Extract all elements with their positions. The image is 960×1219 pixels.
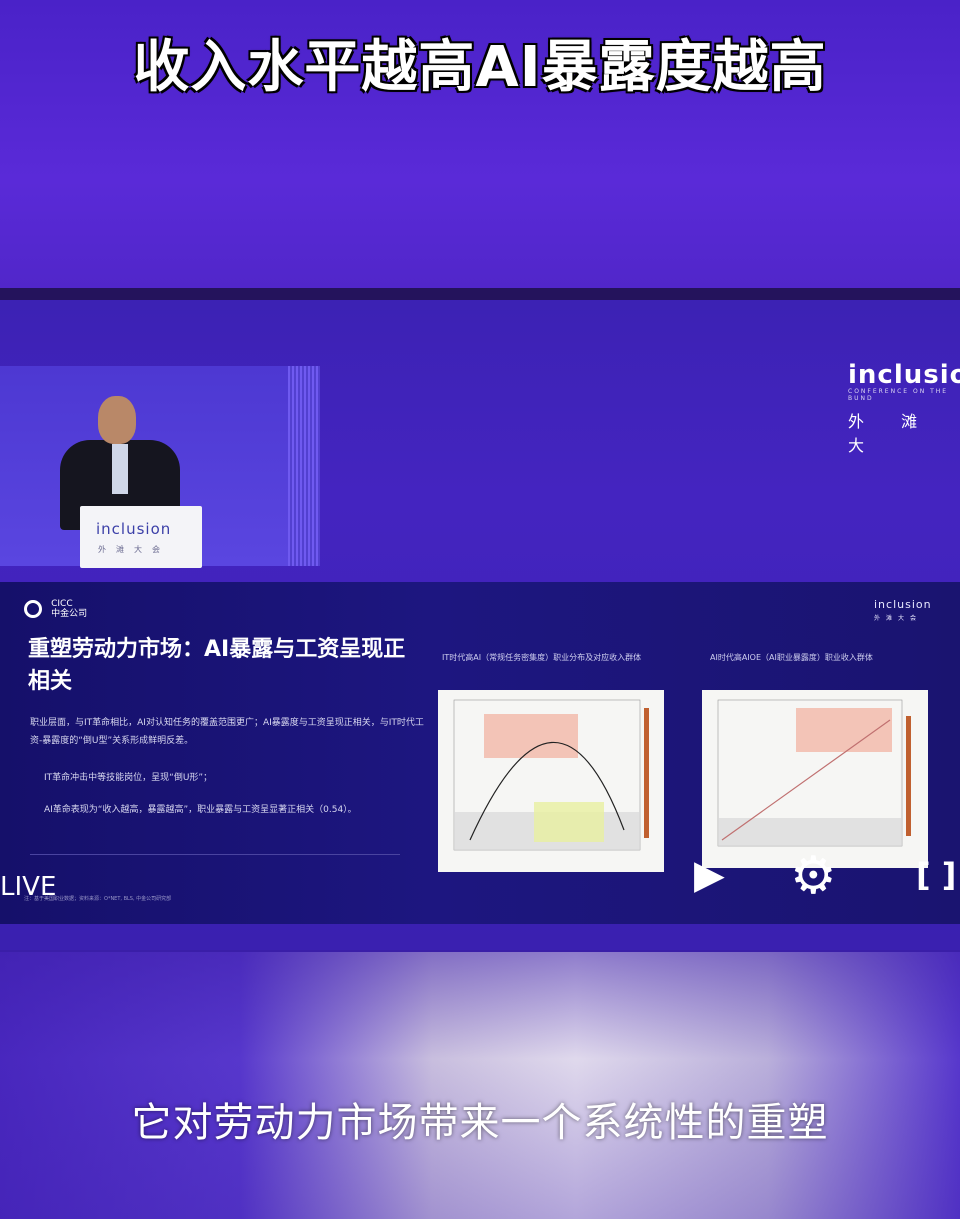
slide-brand-logo: inclusion — [874, 598, 932, 611]
speaker-shirt — [112, 444, 128, 494]
slide-bullet-main: 职业层面，与IT革命相比，AI对认知任务的覆盖范围更广；AI暴露度与工资呈现正相… — [30, 718, 424, 746]
cicc-mark-icon — [24, 599, 42, 618]
speaker-head — [98, 396, 136, 444]
play-icon: ▶ — [694, 852, 725, 898]
page-title: 收入水平越高AI暴露度越高 — [133, 35, 827, 100]
color-scale-bar — [906, 716, 911, 836]
cicc-logo: CICC 中金公司 — [24, 598, 87, 619]
slide-footnote: 注：基于美国职业数据；资料来源：O*NET, BLS, 中金公司研究部 — [24, 896, 172, 902]
chart-right-title: AI时代高AIOE（AI职业暴露度）职业收入群体 — [710, 653, 873, 662]
conference-brand: inclusion CONFERENCE ON THE BUND 外 滩 大 — [848, 360, 960, 456]
play-button[interactable]: ▶ — [694, 852, 725, 898]
chart-left-title: IT时代高AI（常规任务密集度）职业分布及对应收入群体 — [442, 653, 642, 662]
cicc-name: CICC — [51, 598, 73, 609]
brand-subtitle: CONFERENCE ON THE BUND — [848, 388, 949, 402]
slide-title: 重塑劳动力市场：AI暴露与工资呈现正相关 — [28, 637, 406, 694]
slide-divider — [30, 854, 400, 855]
settings-button[interactable]: ⚙ — [790, 846, 837, 906]
chart-left-plot — [453, 699, 649, 851]
stage-led-screen — [288, 366, 320, 566]
high-zone-highlight — [484, 714, 578, 758]
bottom-shade — [0, 952, 960, 1219]
high-zone-highlight — [796, 708, 892, 752]
gear-icon: ⚙ — [790, 846, 837, 906]
slide-brand: inclusion 外滩大会 — [874, 598, 932, 622]
fullscreen-icon: [ ] — [916, 856, 957, 894]
brand-chinese: 外 滩 大 — [848, 412, 934, 455]
chart-left — [438, 690, 664, 872]
color-scale-bar — [644, 708, 649, 838]
brand-logo: inclusion — [848, 360, 960, 390]
mid-zone-highlight — [534, 802, 604, 842]
slide-brand-chinese: 外滩大会 — [874, 615, 923, 622]
podium: inclusion 外滩大会 — [80, 506, 202, 568]
podium-chinese: 外滩大会 — [98, 545, 170, 554]
podium-logo: inclusion — [96, 520, 172, 538]
cicc-chinese: 中金公司 — [51, 608, 88, 619]
slide-bullet-sub: IT革命冲击中等技能岗位，呈现“倒U形”； — [44, 773, 213, 783]
low-zone-shade — [718, 818, 902, 846]
fullscreen-button[interactable]: [ ] — [916, 856, 956, 894]
chart-right — [702, 690, 928, 868]
slide-bullet-sub: AI革命表现为“收入越高，暴露越高”，职业暴露与工资呈显著正相关（0.54）。 — [44, 805, 357, 815]
chart-right-plot — [717, 699, 911, 847]
video-subtitle: 它对劳动力市场带来一个系统性的重塑 — [131, 1100, 829, 1146]
live-badge: LIVE — [0, 872, 57, 902]
